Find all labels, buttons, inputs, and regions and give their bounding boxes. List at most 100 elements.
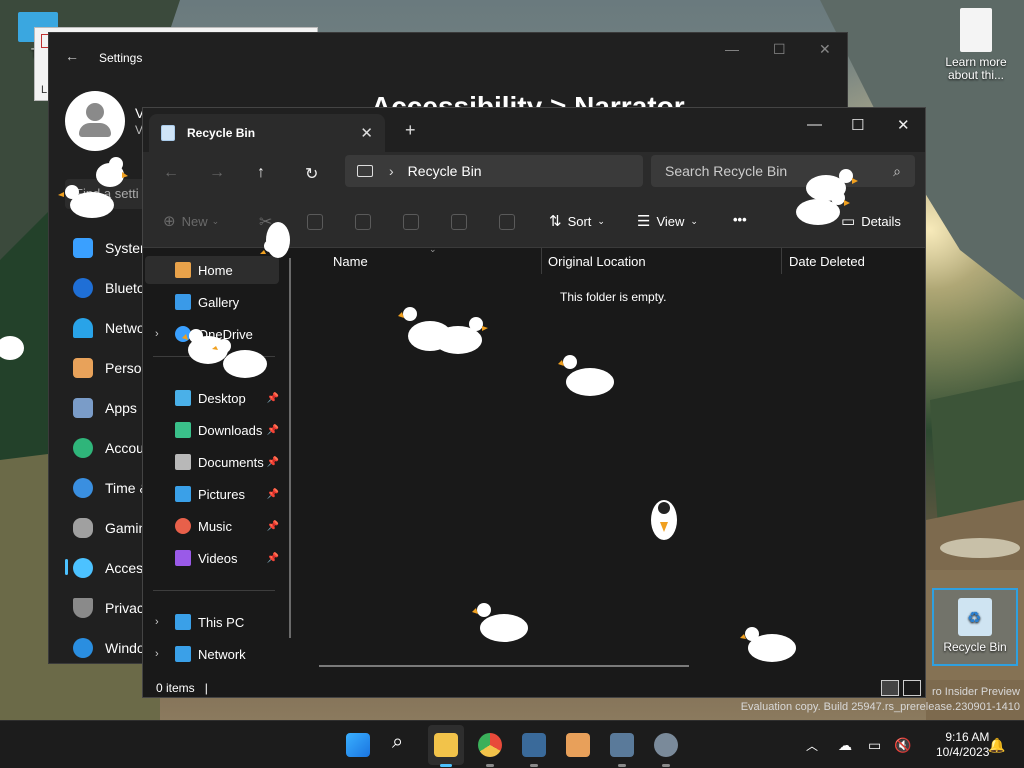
accessibility-icon — [73, 558, 93, 578]
new-tab-icon[interactable]: + — [405, 120, 416, 141]
chrome-icon[interactable] — [478, 733, 502, 757]
back-arrow-icon[interactable]: ← — [163, 164, 179, 182]
search-icon[interactable]: ⌕ — [392, 731, 403, 754]
copy-icon[interactable] — [307, 214, 323, 230]
file-explorer-window[interactable]: Recycle Bin ✕ + — ☐ ✕ ← → ↑ ↻ › Recycle … — [142, 107, 926, 698]
clock[interactable]: 9:16 AM 10/4/2023 — [936, 730, 989, 760]
sort-button[interactable]: ⇅ Sort ⌄ — [549, 212, 605, 230]
new-button[interactable]: ⊕ New ⌄ — [163, 212, 219, 230]
empty-folder-message: This folder is empty. — [560, 290, 667, 304]
nav-label: Videos — [198, 550, 238, 566]
horizontal-scrollbar[interactable] — [319, 665, 689, 667]
share-icon[interactable] — [451, 214, 467, 230]
nav-item-documents[interactable]: Documents 📌 — [145, 448, 279, 476]
maximize-icon[interactable]: ☐ — [851, 116, 864, 134]
nav-label: Gallery — [198, 294, 240, 310]
active-indicator — [65, 559, 68, 575]
minimize-icon[interactable]: — — [807, 116, 822, 133]
chevron-down-icon: ⌄ — [211, 215, 220, 226]
status-bar: 0 items | — [143, 678, 925, 698]
goose-app-icon[interactable] — [566, 733, 590, 757]
running-indicator — [486, 764, 494, 767]
active-indicator — [440, 764, 452, 767]
tiles-view-icon[interactable] — [903, 680, 921, 696]
rename-icon[interactable] — [403, 214, 419, 230]
clock-time: 9:16 AM — [945, 730, 990, 744]
chevron-up-icon[interactable]: ︿ — [806, 737, 818, 754]
monitor-icon — [357, 165, 373, 177]
taskbar: ⌕ ︿ ☁ ▭ 🔇 9:16 AM 10/4/2023 🔔 — [0, 720, 1024, 768]
address-bar[interactable]: › Recycle Bin — [345, 155, 643, 187]
file-explorer-icon[interactable] — [434, 733, 458, 757]
more-options-icon[interactable]: ••• — [733, 212, 747, 227]
column-separator[interactable] — [541, 248, 542, 274]
details-view-icon[interactable] — [881, 680, 899, 696]
volume-muted-icon[interactable]: 🔇 — [894, 737, 911, 754]
maximize-icon[interactable]: ☐ — [773, 41, 786, 58]
address-text: Recycle Bin — [407, 163, 482, 179]
settings-icon[interactable] — [654, 733, 678, 757]
settings-search-input[interactable]: Find a setti — [65, 179, 147, 209]
nav-item-music[interactable]: Music 📌 — [145, 512, 279, 540]
bluetooth-icon — [73, 278, 93, 298]
apps-icon — [73, 398, 93, 418]
onedrive-icon — [175, 326, 191, 342]
nav-label: Pictures — [198, 486, 245, 502]
tab-recycle-bin[interactable]: Recycle Bin ✕ — [149, 114, 385, 152]
paste-icon[interactable] — [355, 214, 371, 230]
close-icon[interactable]: ✕ — [897, 116, 910, 134]
nav-label: Network — [198, 646, 246, 662]
details-button[interactable]: ▭ Details — [841, 212, 901, 230]
terminal-icon[interactable] — [522, 733, 546, 757]
nav-label: Desktop — [198, 390, 246, 406]
videos-icon — [175, 550, 191, 566]
view-button[interactable]: ☰ View ⌄ — [637, 212, 698, 230]
download-icon — [175, 422, 191, 438]
chevron-right-icon[interactable]: › — [155, 328, 159, 340]
search-input[interactable]: Search Recycle Bin ⌕ — [651, 155, 915, 187]
desktop-icon-recycle-bin[interactable]: ♻ Recycle Bin — [932, 588, 1018, 666]
chevron-right-icon[interactable]: › — [155, 648, 159, 660]
nav-label: This PC — [198, 614, 245, 630]
nav-item-pictures[interactable]: Pictures 📌 — [145, 480, 279, 508]
start-icon[interactable] — [346, 733, 370, 757]
close-icon[interactable]: ✕ — [819, 41, 831, 58]
settings-nav-apps[interactable]: Apps — [73, 393, 137, 423]
settings-nav-label: Apps — [105, 400, 137, 416]
nav-item-onedrive[interactable]: › OneDrive — [145, 320, 279, 348]
column-header-name[interactable]: Name — [333, 254, 368, 269]
nav-item-this-pc[interactable]: › This PC — [145, 608, 279, 636]
chevron-right-icon[interactable]: › — [155, 616, 159, 628]
nav-scrollbar[interactable] — [289, 258, 291, 638]
nav-item-gallery[interactable]: Gallery — [145, 288, 279, 316]
nav-item-downloads[interactable]: Downloads 📌 — [145, 416, 279, 444]
settings-nav-system[interactable]: System — [73, 233, 152, 263]
notification-bell-icon[interactable]: 🔔 — [988, 737, 1005, 754]
nav-item-desktop[interactable]: Desktop 📌 — [145, 384, 279, 412]
up-arrow-icon[interactable]: ↑ — [257, 164, 265, 182]
minimize-icon[interactable]: — — [725, 41, 739, 57]
cut-icon[interactable]: ✂ — [259, 212, 272, 232]
pin-icon: 📌 — [266, 424, 279, 436]
refresh-icon[interactable]: ↻ — [305, 164, 318, 184]
document-icon — [960, 8, 992, 52]
delete-icon[interactable] — [499, 214, 515, 230]
column-header-date-deleted[interactable]: Date Deleted — [789, 254, 865, 269]
column-header-original-location[interactable]: Original Location — [548, 254, 646, 269]
watermark-line2: Evaluation copy. Build 25947.rs_prerelea… — [740, 701, 1020, 713]
desktop-icon-learn-more[interactable]: Learn more about thi... — [940, 8, 1012, 82]
avatar-body — [79, 123, 111, 137]
column-separator[interactable] — [781, 248, 782, 274]
nav-item-network[interactable]: › Network — [145, 640, 279, 668]
chevron-down-icon: ⌄ — [597, 215, 605, 226]
avatar[interactable] — [65, 91, 125, 151]
network-tray-icon[interactable]: ▭ — [868, 737, 881, 754]
nav-item-home[interactable]: Home — [145, 256, 279, 284]
close-tab-icon[interactable]: ✕ — [360, 124, 373, 142]
nav-item-videos[interactable]: Videos 📌 — [145, 544, 279, 572]
recycle-bin-icon — [161, 125, 175, 141]
onedrive-tray-icon[interactable]: ☁ — [838, 737, 852, 754]
forward-arrow-icon[interactable]: → — [209, 164, 225, 182]
network-app-icon[interactable] — [610, 733, 634, 757]
back-arrow-icon[interactable]: ← — [65, 48, 79, 64]
